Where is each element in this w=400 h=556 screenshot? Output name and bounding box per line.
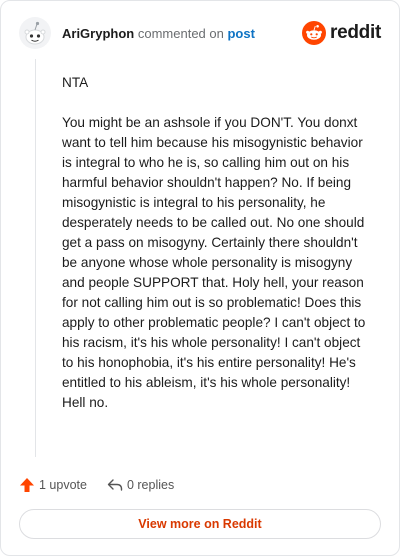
comment-header: AriGryphon commented on post reddit — [19, 17, 381, 51]
reddit-logo-icon — [302, 21, 327, 45]
replies-button[interactable]: 0 replies — [107, 477, 174, 493]
reddit-brand-link[interactable]: reddit — [302, 20, 381, 46]
reddit-wordmark: reddit — [330, 22, 381, 43]
upvote-count: 1 upvote — [39, 478, 87, 492]
reply-count: 0 replies — [126, 478, 175, 492]
comment-actions: 1 upvote 0 replies — [19, 475, 174, 495]
reply-arrow-icon — [107, 479, 123, 491]
thread-line — [35, 59, 36, 457]
comment-paragraph: NTA — [62, 75, 89, 90]
view-more-button[interactable]: View more on Reddit — [19, 509, 381, 539]
comment-paragraph: You might be an ashsole if you DON'T. Yo… — [62, 115, 366, 410]
avatar[interactable] — [19, 17, 51, 49]
byline-verb: commented on — [137, 26, 224, 41]
upvote-button[interactable]: 1 upvote — [19, 477, 87, 493]
embedded-comment-card: AriGryphon commented on post reddit NTA … — [0, 0, 400, 556]
username-link[interactable]: AriGryphon — [62, 26, 134, 41]
comment-body: NTA You might be an ashsole if you DON'T… — [62, 73, 374, 433]
upvote-arrow-icon — [20, 478, 34, 492]
post-link[interactable]: post — [227, 26, 254, 41]
comment-byline: AriGryphon commented on post — [62, 26, 255, 41]
